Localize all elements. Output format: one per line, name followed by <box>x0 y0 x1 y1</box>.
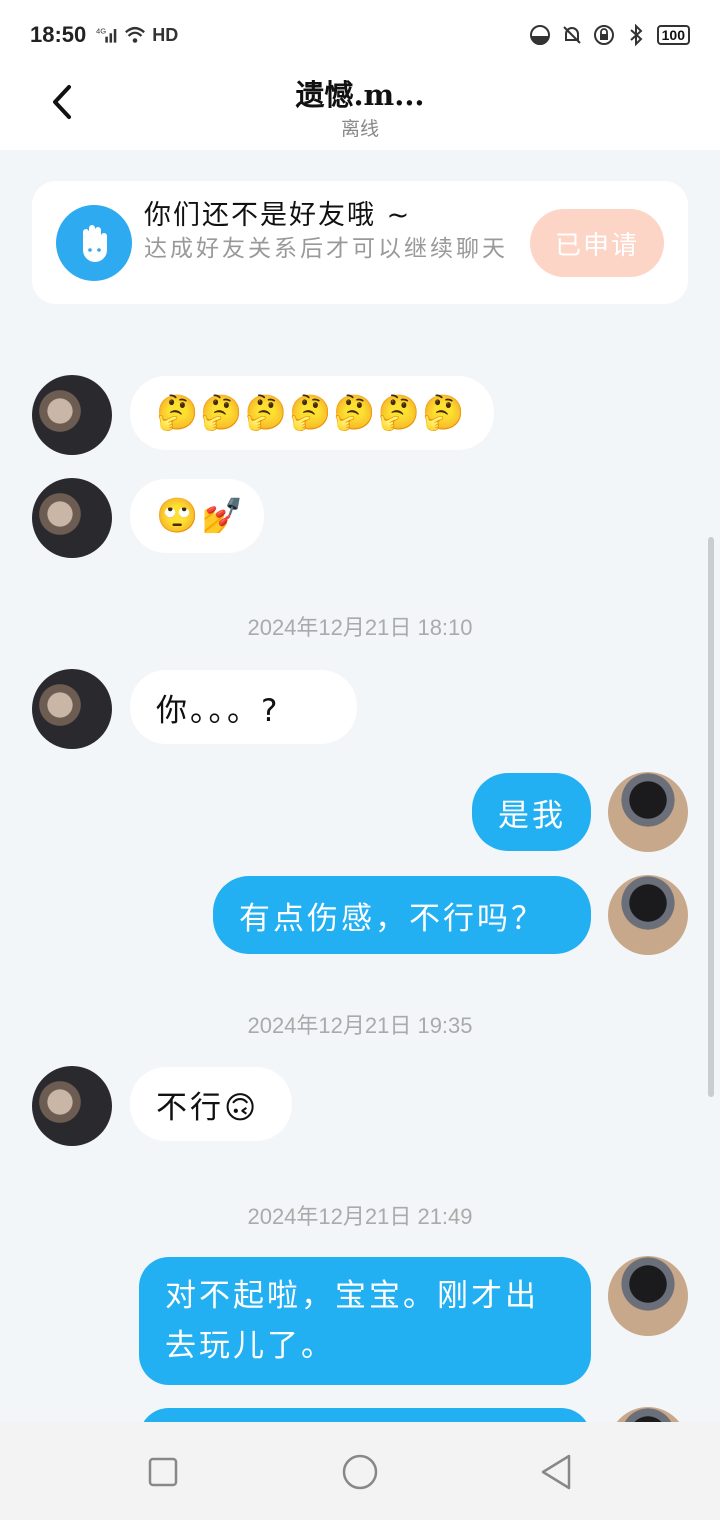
message-bubble-outgoing[interactable]: 是我 <box>472 773 591 851</box>
signal-icon: 4G <box>96 24 118 46</box>
message-bubble-incoming[interactable]: 🤔🤔🤔🤔🤔🤔🤔 <box>130 376 494 450</box>
my-avatar[interactable] <box>608 1256 688 1336</box>
friend-request-notice: 你们还不是好友哦 ~ 达成好友关系后才可以继续聊天 已申请 <box>32 181 688 304</box>
thinking-face-emoji: 🤔🤔🤔🤔🤔🤔🤔 <box>156 393 467 433</box>
battery-icon: 100 <box>656 25 690 45</box>
message-timestamp: 2024年12月21日 19:35 <box>247 1013 473 1038</box>
message-bubble-incoming[interactable]: 你。。。? <box>130 670 357 744</box>
my-avatar[interactable] <box>608 1407 688 1422</box>
my-avatar[interactable] <box>608 772 688 852</box>
triangle-back-icon <box>541 1454 571 1490</box>
message-bubble-incoming[interactable]: 不行🙃 <box>130 1067 292 1141</box>
message-timestamp: 2024年12月21日 21:49 <box>247 1204 473 1229</box>
applied-button[interactable]: 已申请 <box>530 209 664 277</box>
back-nav-button[interactable] <box>536 1452 576 1492</box>
eye-roll-nail-emoji: 🙄💅 <box>156 496 247 536</box>
contact-avatar[interactable] <box>32 478 112 558</box>
wave-hand-icon <box>56 205 132 281</box>
square-icon <box>148 1457 178 1487</box>
online-status: 离线 <box>340 118 379 140</box>
message-timestamp: 2024年12月21日 18:10 <box>247 615 473 640</box>
mute-bell-icon <box>561 24 583 46</box>
notice-title: 你们还不是好友哦 ~ <box>144 200 412 231</box>
data-saver-icon <box>529 24 551 46</box>
status-time: 18:50 <box>30 22 87 47</box>
bluetooth-icon <box>625 24 647 46</box>
message-list[interactable]: 🤔🤔🤔🤔🤔🤔🤔 🙄💅 2024年12月21日 18:10 你。。。? 是我 有点… <box>0 304 720 1422</box>
circle-icon <box>342 1454 378 1490</box>
svg-text:4G: 4G <box>96 26 106 35</box>
scrollbar[interactable] <box>708 537 714 1097</box>
message-bubble-outgoing[interactable] <box>139 1408 591 1422</box>
message-bubble-incoming[interactable]: 🙄💅 <box>130 479 264 553</box>
recent-apps-button[interactable] <box>143 1452 183 1492</box>
notice-description: 达成好友关系后才可以继续聊天 <box>144 236 508 262</box>
contact-name[interactable]: 遗憾.m... <box>0 72 720 114</box>
contact-avatar[interactable] <box>32 1066 112 1146</box>
chat-header: 遗憾.m... 离线 <box>0 70 720 150</box>
contact-avatar[interactable] <box>32 375 112 455</box>
hd-icon: HD <box>152 24 179 45</box>
message-bubble-outgoing[interactable]: 有点伤感，不行吗？ <box>213 876 591 954</box>
system-nav-bar <box>0 1422 720 1520</box>
home-button[interactable] <box>340 1452 380 1492</box>
lock-rotation-icon <box>593 24 615 46</box>
my-avatar[interactable] <box>608 875 688 955</box>
status-bar: 18:50 4G HD 100 <box>0 0 720 70</box>
message-bubble-outgoing[interactable]: 对不起啦，宝宝。刚才出去玩儿了。 <box>139 1257 591 1385</box>
contact-avatar[interactable] <box>32 669 112 749</box>
wifi-icon <box>124 24 146 46</box>
